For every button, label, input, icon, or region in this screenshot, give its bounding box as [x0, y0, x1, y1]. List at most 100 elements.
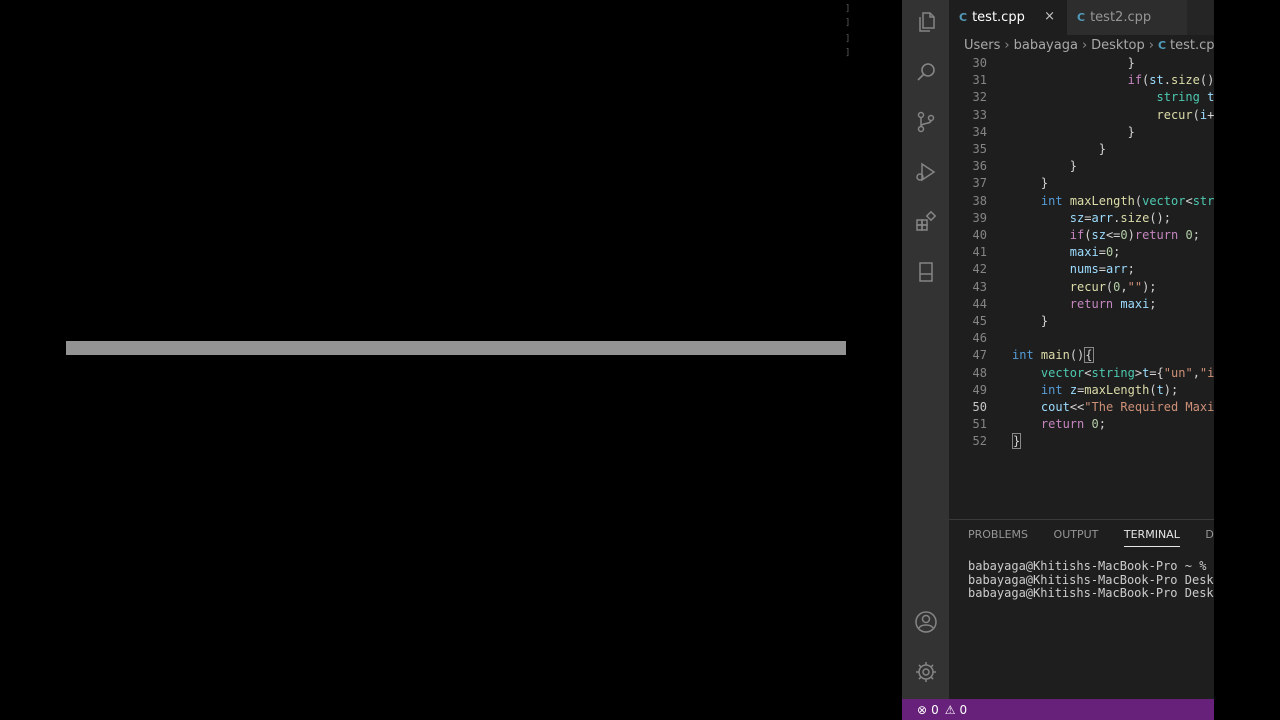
code-text: } — [1012, 433, 1022, 450]
code-token: ( — [1192, 107, 1200, 122]
source-control-icon[interactable] — [912, 108, 940, 136]
terminal-line: babayaga@Khitishs-MacBook-Pro ~ % cd — [968, 559, 1214, 573]
chevron-right-icon: › — [1148, 37, 1154, 53]
code-token: nums — [1069, 262, 1099, 277]
extensions-icon[interactable] — [912, 208, 940, 236]
chevron-right-icon: › — [1004, 37, 1010, 53]
code-line: 47 int main(){ — [949, 347, 1214, 364]
tab-debug-console[interactable]: DEBUG CONSOLE — [1205, 528, 1214, 546]
terminal-output[interactable]: babayaga@Khitishs-MacBook-Pro ~ % cd baba… — [968, 559, 1214, 601]
tab-terminal[interactable]: TERMINAL — [1123, 528, 1180, 547]
code-token: > — [1134, 365, 1143, 380]
problems-status[interactable]: ⊗ 0 — [917, 703, 939, 717]
line-number: 37 — [972, 176, 987, 191]
error-icon: ⊗ — [917, 702, 928, 717]
code-line: 50 cout<<"The Required Maximu — [949, 399, 1214, 416]
cpp-file-icon: C — [959, 11, 968, 24]
code-line: 30 } — [949, 55, 1214, 72]
line-number: 51 — [972, 417, 987, 432]
tab-problems[interactable]: PROBLEMS — [968, 528, 1028, 546]
code-token: int — [1012, 348, 1034, 363]
code-line: 48 vector<string>t={"un","iq — [949, 365, 1214, 382]
line-number: 49 — [972, 382, 987, 397]
code-line: 49 int z=maxLength(t); — [949, 382, 1214, 399]
breadcrumb-item-babayaga[interactable]: babayaga — [1014, 38, 1078, 53]
code-text: if(sz<=0)return 0; — [1012, 227, 1200, 244]
code-line: 42 nums=arr; — [949, 261, 1214, 278]
code-line: 44 return maxi; — [949, 296, 1214, 313]
warning-icon: ⚠ — [944, 702, 956, 717]
line-number: 44 — [972, 296, 987, 311]
code-line: 34 } — [949, 124, 1214, 141]
code-token: ; — [1127, 262, 1135, 277]
warnings-status[interactable]: ⚠ 0 — [945, 703, 967, 717]
code-token: "un" — [1163, 365, 1193, 380]
code-editor[interactable]: 30 }31 if(st.size()==32 string tmp33 rec… — [949, 55, 1214, 519]
code-token: 0 — [1091, 417, 1099, 432]
tab-test-cpp[interactable]: C test.cpp × — [949, 0, 1067, 35]
code-token: . — [1163, 73, 1171, 88]
breadcrumb-item-desktop[interactable]: Desktop — [1091, 38, 1145, 53]
tab-output[interactable]: OUTPUT — [1054, 528, 1099, 546]
code-token: recur — [1069, 279, 1106, 294]
line-number: 31 — [972, 73, 987, 88]
code-token: int — [1040, 382, 1063, 397]
account-icon[interactable] — [912, 608, 940, 636]
line-number: 32 — [972, 90, 987, 105]
code-line: 35 } — [949, 141, 1214, 158]
code-text: nums=arr; — [1012, 261, 1135, 278]
code-token: +1 — [1207, 107, 1214, 122]
code-token: return — [1040, 417, 1085, 432]
run-debug-icon[interactable] — [912, 158, 940, 186]
code-token: ()== — [1199, 73, 1214, 88]
code-text: } — [1012, 124, 1135, 141]
tab-test2-cpp[interactable]: C test2.cpp — [1067, 0, 1187, 35]
explorer-icon[interactable] — [912, 8, 940, 36]
settings-gear-icon[interactable] — [912, 658, 940, 686]
code-token: ; — [1098, 417, 1106, 432]
chevron-right-icon: › — [1081, 37, 1088, 53]
code-token: string — [1091, 365, 1135, 380]
code-token: ( — [1134, 193, 1143, 208]
activity-bar — [902, 0, 949, 699]
code-line: 38 int maxLength(vector<strin — [949, 193, 1214, 210]
code-line: 46 — [949, 330, 1214, 347]
code-line: 40 if(sz<=0)return 0; — [949, 227, 1214, 244]
code-text: } — [1012, 313, 1048, 330]
code-token: return — [1134, 228, 1179, 242]
code-token: t — [1156, 382, 1164, 397]
scroll-mark: ] — [845, 4, 851, 14]
terminal-line: babayaga@Khitishs-MacBook-Pro Desktop — [968, 572, 1214, 587]
vscode-window: C test.cpp × C test2.cpp Users › babayag… — [902, 0, 1214, 720]
code-line: 37 } — [949, 175, 1214, 192]
code-token: ( — [1149, 382, 1157, 397]
breadcrumb-item-file[interactable]: test.cpp — [1170, 38, 1214, 53]
code-token: ; — [1113, 245, 1121, 260]
left-blank-area: ] ] ] ] — [0, 0, 902, 720]
code-token: ); — [1163, 382, 1179, 397]
code-token: , — [1192, 365, 1200, 380]
remote-explorer-icon[interactable] — [912, 258, 940, 286]
line-number: 35 — [972, 142, 987, 156]
code-token: ; — [1149, 296, 1157, 311]
code-line: 41 maxi=0; — [949, 244, 1214, 261]
code-text: maxi=0; — [1012, 244, 1121, 261]
right-black-area — [1214, 0, 1280, 720]
code-text: recur(i+1 — [1012, 107, 1215, 124]
code-token: int — [1040, 193, 1063, 208]
code-token: ; — [1192, 228, 1200, 242]
line-number: 36 — [972, 159, 987, 174]
search-icon[interactable] — [912, 58, 940, 86]
code-token: sz — [1069, 210, 1085, 225]
code-text: cout<<"The Required Maximu — [1012, 399, 1214, 416]
close-icon[interactable]: × — [1044, 9, 1055, 24]
breadcrumb-item-users[interactable]: Users — [964, 38, 1000, 53]
code-text: int main(){ — [1012, 347, 1094, 364]
line-number: 33 — [972, 107, 987, 122]
code-token: (); — [1149, 210, 1171, 225]
